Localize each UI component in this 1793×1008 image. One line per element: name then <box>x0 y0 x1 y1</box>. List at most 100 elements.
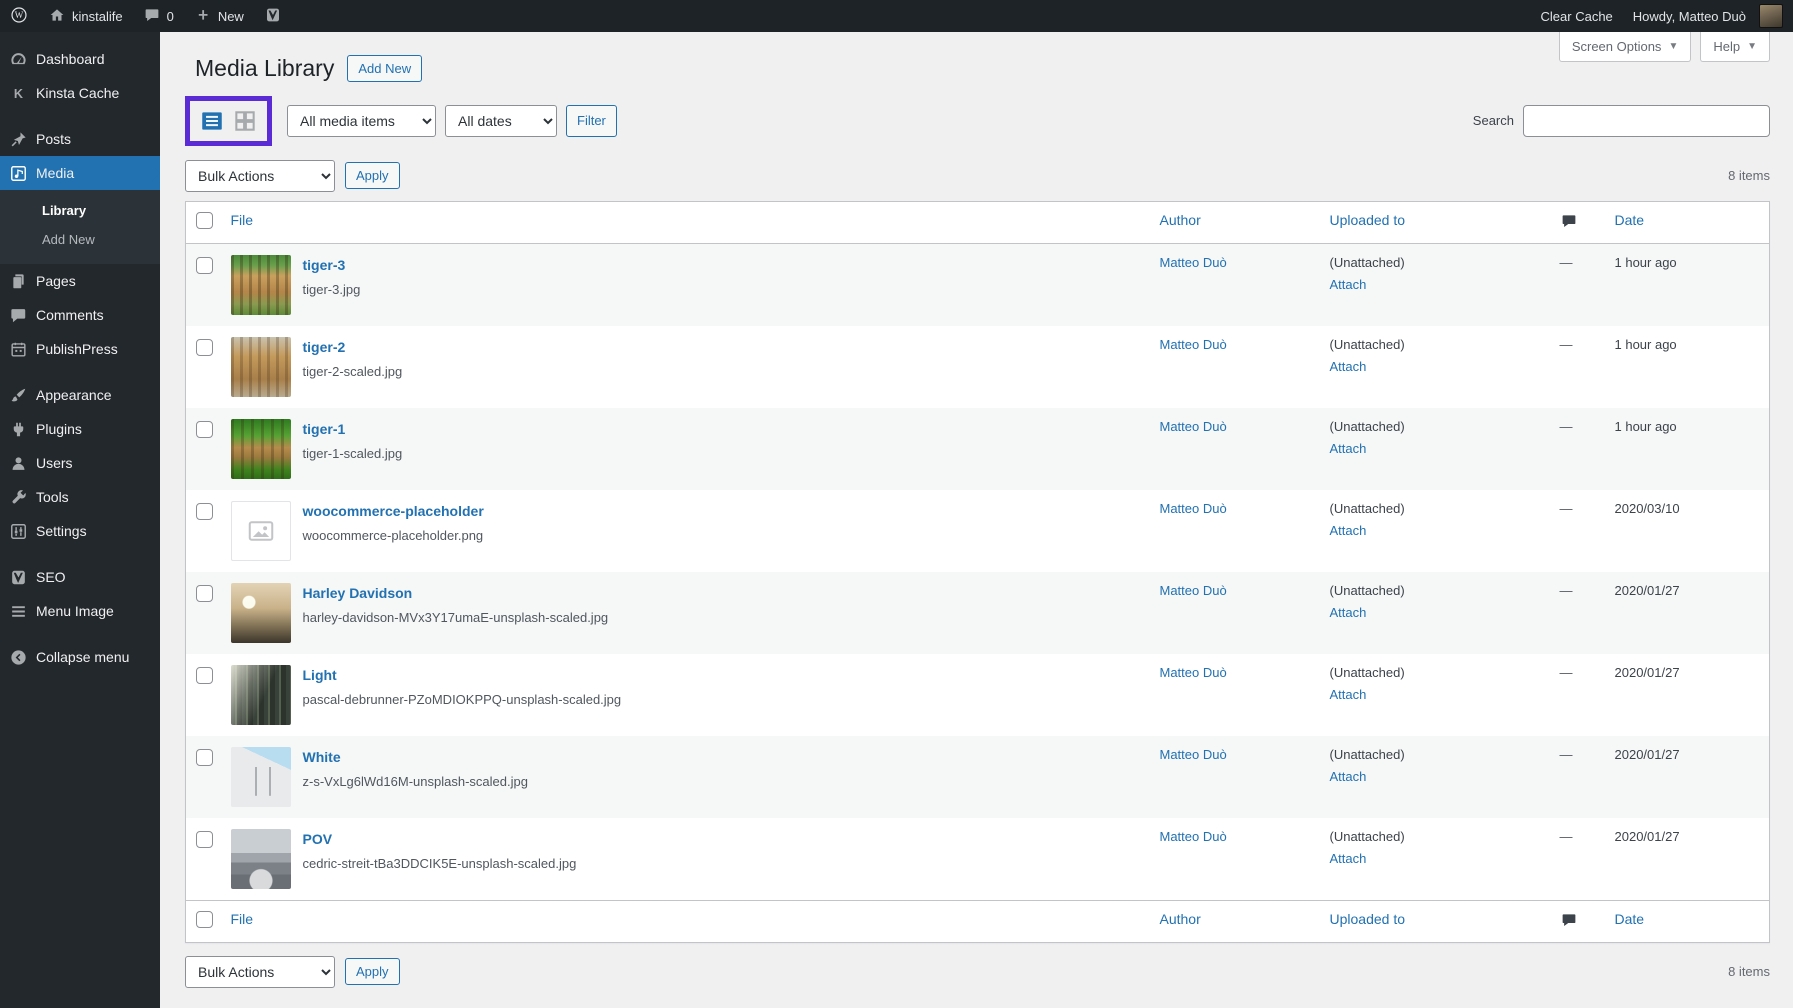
media-thumbnail[interactable] <box>231 583 291 643</box>
media-title-link[interactable]: tiger-3 <box>303 257 346 273</box>
attach-link[interactable]: Attach <box>1330 687 1367 702</box>
attach-link[interactable]: Attach <box>1330 277 1367 292</box>
clear-cache-link[interactable]: Clear Cache <box>1531 9 1623 24</box>
media-title-link[interactable]: tiger-1 <box>303 421 346 437</box>
media-thumbnail[interactable] <box>231 337 291 397</box>
row-checkbox[interactable] <box>196 421 213 438</box>
media-thumbnail[interactable] <box>231 747 291 807</box>
attach-link[interactable]: Attach <box>1330 769 1367 784</box>
row-checkbox[interactable] <box>196 585 213 602</box>
row-checkbox[interactable] <box>196 257 213 274</box>
apply-button[interactable]: Apply <box>345 958 400 985</box>
sidebar-item-settings[interactable]: Settings <box>0 514 160 548</box>
media-title-link[interactable]: Light <box>303 667 337 683</box>
date-text: 2020/01/27 <box>1605 736 1770 818</box>
uploaded-status: (Unattached) <box>1330 583 1540 598</box>
date-filter[interactable]: All dates <box>445 105 557 137</box>
sidebar-item-collapse-menu[interactable]: Collapse menu <box>0 640 160 674</box>
sidebar-item-plugins[interactable]: Plugins <box>0 412 160 446</box>
sidebar-item-kinsta-cache[interactable]: KKinsta Cache <box>0 76 160 110</box>
sidebar-item-pages[interactable]: Pages <box>0 264 160 298</box>
search-input[interactable] <box>1523 105 1770 137</box>
author-link[interactable]: Matteo Duò <box>1160 583 1227 598</box>
sidebar-item-tools[interactable]: Tools <box>0 480 160 514</box>
sidebar-item-media[interactable]: Media <box>0 156 160 190</box>
sidebar-item-appearance[interactable]: Appearance <box>0 378 160 412</box>
select-all-checkbox[interactable] <box>196 212 213 229</box>
howdy-account-link[interactable]: Howdy, Matteo Duò <box>1623 4 1793 28</box>
bulk-actions-select[interactable]: Bulk Actions <box>185 956 335 988</box>
row-checkbox[interactable] <box>196 503 213 520</box>
sidebar: DashboardKKinsta CachePostsMediaLibraryA… <box>0 32 160 1008</box>
author-link[interactable]: Matteo Duò <box>1160 337 1227 352</box>
row-checkbox[interactable] <box>196 339 213 356</box>
column-header-uploaded-to[interactable]: Uploaded to <box>1330 212 1406 228</box>
author-link[interactable]: Matteo Duò <box>1160 501 1227 516</box>
attach-link[interactable]: Attach <box>1330 851 1367 866</box>
media-type-filter[interactable]: All media items <box>287 105 436 137</box>
column-header-file[interactable]: File <box>231 212 254 228</box>
apply-button[interactable]: Apply <box>345 162 400 189</box>
comments-dash: — <box>1550 326 1605 408</box>
wordpress-logo-icon[interactable]: W <box>0 0 38 32</box>
comments-dash: — <box>1550 572 1605 654</box>
column-header-date[interactable]: Date <box>1615 212 1645 228</box>
attach-link[interactable]: Attach <box>1330 441 1367 456</box>
column-header-uploaded-to[interactable]: Uploaded to <box>1330 911 1406 927</box>
comments-icon <box>0 306 36 325</box>
comments-bubble-link[interactable]: 0 <box>133 0 184 32</box>
author-link[interactable]: Matteo Duò <box>1160 255 1227 270</box>
new-content-link[interactable]: New <box>184 0 254 32</box>
row-checkbox[interactable] <box>196 749 213 766</box>
site-name-link[interactable]: kinstalife <box>38 0 133 32</box>
media-thumbnail[interactable] <box>231 501 291 561</box>
main-content: Screen Options ▼ Help ▼ Media Library Ad… <box>160 32 1793 1008</box>
author-link[interactable]: Matteo Duò <box>1160 747 1227 762</box>
author-link[interactable]: Matteo Duò <box>1160 665 1227 680</box>
list-view-button[interactable] <box>199 108 225 134</box>
media-thumbnail[interactable] <box>231 419 291 479</box>
sidebar-item-menu-image[interactable]: Menu Image <box>0 594 160 628</box>
attach-link[interactable]: Attach <box>1330 359 1367 374</box>
uploaded-status: (Unattached) <box>1330 665 1540 680</box>
column-header-date[interactable]: Date <box>1615 911 1645 927</box>
media-thumbnail[interactable] <box>231 665 291 725</box>
date-text: 1 hour ago <box>1605 243 1770 326</box>
media-title-link[interactable]: Harley Davidson <box>303 585 413 601</box>
add-new-button[interactable]: Add New <box>347 55 422 82</box>
media-title-link[interactable]: woocommerce-placeholder <box>303 503 484 519</box>
attach-link[interactable]: Attach <box>1330 605 1367 620</box>
sidebar-item-publishpress[interactable]: PublishPress <box>0 332 160 366</box>
filter-button[interactable]: Filter <box>566 105 617 137</box>
author-link[interactable]: Matteo Duò <box>1160 829 1227 844</box>
sidebar-submenu: LibraryAdd New <box>0 190 160 264</box>
media-thumbnail[interactable] <box>231 829 291 889</box>
help-button[interactable]: Help ▼ <box>1700 32 1770 62</box>
grid-view-button[interactable] <box>232 108 258 134</box>
row-checkbox[interactable] <box>196 667 213 684</box>
sidebar-item-users[interactable]: Users <box>0 446 160 480</box>
select-all-checkbox[interactable] <box>196 911 213 928</box>
sidebar-item-dashboard[interactable]: Dashboard <box>0 42 160 76</box>
media-thumbnail[interactable] <box>231 255 291 315</box>
table-row: White z-s-VxLg6lWd16M-unsplash-scaled.jp… <box>186 736 1770 818</box>
media-title-link[interactable]: White <box>303 749 341 765</box>
column-header-author[interactable]: Author <box>1160 212 1201 228</box>
sidebar-item-seo[interactable]: SEO <box>0 560 160 594</box>
row-checkbox[interactable] <box>196 831 213 848</box>
attach-link[interactable]: Attach <box>1330 523 1367 538</box>
screen-options-button[interactable]: Screen Options ▼ <box>1559 32 1692 62</box>
sidebar-item-comments[interactable]: Comments <box>0 298 160 332</box>
media-title-link[interactable]: POV <box>303 831 333 847</box>
table-row: Harley Davidson harley-davidson-MVx3Y17u… <box>186 572 1770 654</box>
yoast-seo-menu[interactable] <box>254 0 292 32</box>
media-title-link[interactable]: tiger-2 <box>303 339 346 355</box>
sidebar-subitem-library[interactable]: Library <box>0 196 160 225</box>
bulk-actions-select[interactable]: Bulk Actions <box>185 160 335 192</box>
column-header-file[interactable]: File <box>231 911 254 927</box>
column-header-author[interactable]: Author <box>1160 911 1201 927</box>
svg-text:W: W <box>15 10 24 20</box>
sidebar-subitem-add-new[interactable]: Add New <box>0 225 160 254</box>
author-link[interactable]: Matteo Duò <box>1160 419 1227 434</box>
sidebar-item-posts[interactable]: Posts <box>0 122 160 156</box>
